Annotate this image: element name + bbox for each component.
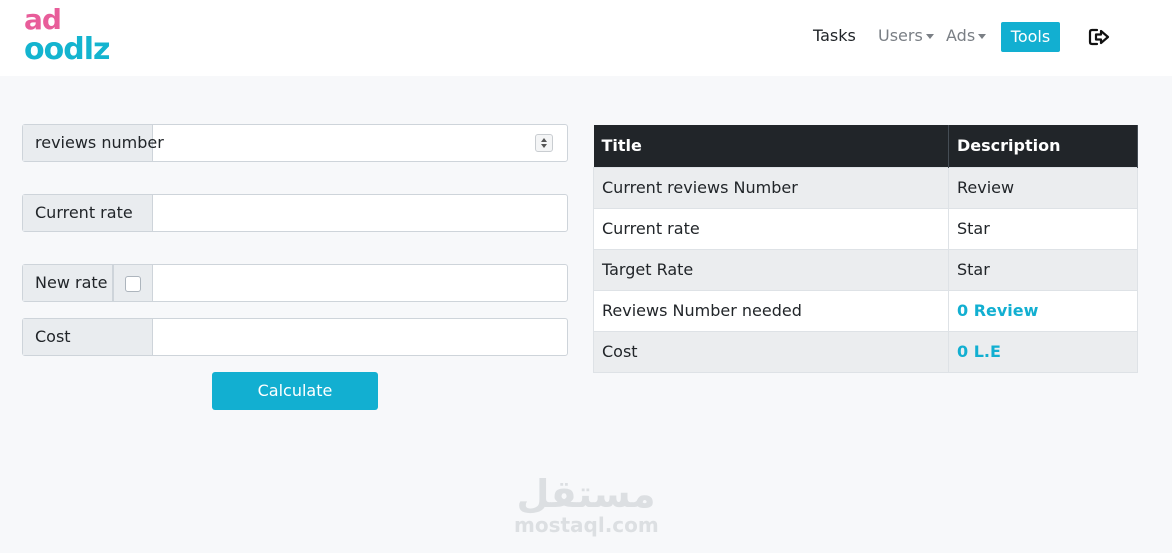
current-rate-label: Current rate [23, 195, 153, 231]
nav-ads-label: Ads [946, 26, 976, 45]
row-title: Target Rate [593, 248, 949, 290]
navbar: ad oodlz Tasks Users Ads Tools [0, 0, 1172, 76]
watermark-arabic: مستقل [516, 472, 656, 516]
reviews-number-input[interactable] [153, 125, 533, 161]
nav-users-label: Users [878, 26, 923, 45]
current-rate-group: Current rate [22, 194, 568, 232]
cost-group: Cost [22, 318, 568, 356]
watermark-latin: mostaql.com [514, 513, 659, 537]
adoodlz-logo[interactable]: ad oodlz [24, 6, 124, 68]
column-header-description: Description [948, 125, 1138, 167]
new-rate-checkbox[interactable] [125, 276, 141, 292]
reviews-number-group: reviews number [22, 124, 568, 162]
caret-down-icon [978, 34, 987, 39]
row-title: Current reviews Number [593, 166, 949, 208]
number-spinner-icon[interactable] [535, 134, 553, 152]
row-description: Star [948, 207, 1138, 249]
caret-down-icon [925, 34, 934, 39]
logout-icon[interactable] [1088, 27, 1110, 47]
row-title: Cost [593, 330, 949, 373]
row-title: Reviews Number needed [593, 289, 949, 331]
watermark: مستقل mostaql.com [514, 472, 659, 537]
logo-line-2: oodlz [24, 32, 110, 67]
cost-input[interactable] [153, 319, 567, 355]
cost-value: 0 L.E [948, 330, 1138, 373]
table-row: Current reviews Number Review [593, 166, 1138, 208]
nav-tasks[interactable]: Tasks [813, 26, 856, 46]
reviews-number-label: reviews number [23, 125, 164, 161]
new-rate-checkbox-addon [113, 265, 153, 301]
results-table: Title Description Current reviews Number… [593, 125, 1138, 373]
table-row: Current rate Star [593, 207, 1138, 249]
logo-line-1: ad [24, 3, 62, 36]
reviews-needed-value: 0 Review [948, 289, 1138, 331]
cost-label: Cost [23, 319, 153, 355]
nav-users-dropdown[interactable]: Users [878, 26, 934, 46]
current-rate-input[interactable] [153, 195, 567, 231]
calculate-button[interactable]: Calculate [212, 372, 378, 410]
new-rate-label: New rate [23, 265, 113, 301]
table-header-row: Title Description [593, 125, 1138, 167]
nav-ads-dropdown[interactable]: Ads [946, 26, 987, 46]
row-description: Review [948, 166, 1138, 208]
table-row: Reviews Number needed 0 Review [593, 289, 1138, 331]
new-rate-input[interactable] [153, 265, 567, 301]
row-title: Current rate [593, 207, 949, 249]
new-rate-group: New rate [22, 264, 568, 302]
row-description: Star [948, 248, 1138, 290]
table-row: Target Rate Star [593, 248, 1138, 290]
column-header-title: Title [593, 125, 949, 167]
nav-tools[interactable]: Tools [1001, 22, 1060, 52]
table-row: Cost 0 L.E [593, 330, 1138, 373]
